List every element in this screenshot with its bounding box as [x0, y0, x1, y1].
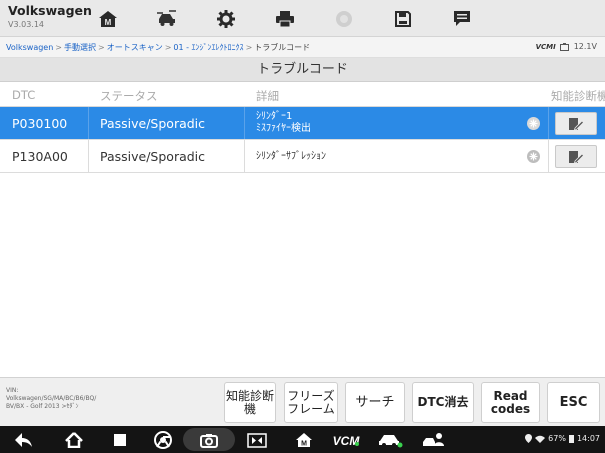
- breadcrumb-item[interactable]: オートスキャン: [107, 43, 163, 52]
- chat-icon: [454, 11, 470, 26]
- diagnostics-home-icon[interactable]: M: [293, 430, 315, 450]
- column-divider: [548, 107, 549, 139]
- breadcrumb-item[interactable]: 01 - ｴﾝｼﾞﾝｴﾚｸﾄﾛﾆｸｽ: [173, 43, 243, 52]
- chrome-icon[interactable]: [152, 430, 174, 450]
- vci-battery: 12.1V: [573, 42, 597, 51]
- battery-percent: 67%: [548, 434, 566, 443]
- edit-icon: [569, 117, 584, 131]
- system-nav-bar: M VCM 67% 14:07: [0, 426, 605, 453]
- page-title: トラブルコード: [0, 58, 605, 82]
- header-status: ステータス: [100, 89, 158, 103]
- battery-icon: [568, 435, 574, 443]
- vcm-icon[interactable]: VCM: [330, 430, 362, 450]
- column-divider: [88, 140, 89, 172]
- home-nav-icon[interactable]: [62, 430, 86, 450]
- breadcrumb-current: トラブルコード: [254, 43, 311, 52]
- location-icon: [525, 434, 533, 443]
- dtc-detail: ｼﾘﾝﾀﾞｰ1 ﾐｽﾌｧｲﾔｰ検出: [256, 111, 311, 135]
- dtc-detail-line: ｼﾘﾝﾀﾞｰ1: [256, 111, 293, 122]
- top-toolbar: Volkswagen V3.03.14 M: [0, 0, 605, 37]
- gear-icon: [217, 10, 235, 28]
- battery-icon: [559, 42, 569, 51]
- wifi-icon: [535, 435, 546, 443]
- breadcrumb: Volkswagen > 手動選択 > オートスキャン >01 - ｴﾝｼﾞﾝｴﾚｸﾄﾛﾆ…: [6, 43, 311, 52]
- freeze-frame-button[interactable]: フリーズ フレーム: [284, 382, 338, 423]
- clear-dtc-button[interactable]: DTC消去: [412, 382, 474, 423]
- vci-label: VCMI: [535, 42, 556, 51]
- system-status: 67% 14:07: [525, 434, 600, 443]
- vehicle-connect-icon[interactable]: [375, 430, 405, 450]
- freeze-frame-icon[interactable]: [527, 117, 540, 130]
- dtc-detail: ｼﾘﾝﾀﾞｰｻﾌﾞﾚｯｼｮﾝ: [256, 151, 326, 163]
- save-icon: [395, 11, 411, 27]
- home-button[interactable]: M: [84, 5, 132, 33]
- breadcrumb-item[interactable]: Volkswagen: [6, 43, 53, 52]
- car-swap-icon: [157, 10, 176, 26]
- esc-button[interactable]: ESC: [547, 382, 600, 423]
- column-divider: [244, 140, 245, 172]
- home-icon: M: [99, 11, 117, 27]
- column-divider: [244, 107, 245, 139]
- header-dtc: DTC: [12, 88, 36, 102]
- smart-diagnosis-button[interactable]: [555, 145, 597, 168]
- smart-diagnosis-function-button[interactable]: 知能診断機: [224, 382, 276, 423]
- dtc-detail-line: ｼﾘﾝﾀﾞｰｻﾌﾞﾚｯｼｮﾝ: [256, 151, 326, 162]
- function-bar: VIN: Volkswagen/SG/MA/BC/B6/BQ/ BV/BX - …: [0, 377, 605, 426]
- header-detail: 詳細: [256, 89, 279, 103]
- dtc-detail-line: ﾐｽﾌｧｲﾔｰ検出: [256, 123, 311, 134]
- print-button[interactable]: [261, 5, 309, 33]
- vci-status: VCMI 12.1V: [536, 42, 597, 51]
- table-header: DTC ステータス 詳細 知能診断機: [0, 82, 605, 107]
- search-button[interactable]: サーチ: [345, 382, 405, 423]
- screen-mirror-icon[interactable]: [245, 430, 269, 450]
- header-smart-diagnosis: 知能診断機: [551, 89, 605, 103]
- settings-button[interactable]: [202, 5, 250, 33]
- svg-text:M: M: [105, 18, 112, 27]
- breadcrumb-item[interactable]: 手動選択: [64, 43, 96, 52]
- help-button[interactable]: [320, 5, 368, 33]
- save-button[interactable]: [379, 5, 427, 33]
- edit-icon: [569, 150, 584, 164]
- column-divider: [548, 140, 549, 172]
- vehicle-info: VIN: Volkswagen/SG/MA/BC/B6/BQ/ BV/BX - …: [6, 387, 97, 410]
- breadcrumb-bar: Volkswagen > 手動選択 > オートスキャン >01 - ｴﾝｼﾞﾝｴﾚｸﾄﾛﾆ…: [0, 37, 605, 58]
- dtc-status: Passive/Sporadic: [100, 149, 206, 164]
- printer-icon: [276, 11, 294, 28]
- dtc-code: P130A00: [12, 149, 68, 164]
- app-title: Volkswagen: [8, 3, 92, 18]
- dtc-code: P030100: [12, 116, 68, 131]
- smart-diagnosis-button[interactable]: [555, 112, 597, 135]
- freeze-frame-icon[interactable]: [527, 150, 540, 163]
- dtc-status: Passive/Sporadic: [100, 116, 206, 131]
- data-logging-button[interactable]: [438, 5, 486, 33]
- recents-icon[interactable]: [110, 430, 130, 450]
- table-row[interactable]: P030100 Passive/Sporadic ｼﾘﾝﾀﾞｰ1 ﾐｽﾌｧｲﾔｰ…: [0, 107, 605, 140]
- clock: 14:07: [576, 434, 600, 443]
- table-row[interactable]: P130A00 Passive/Sporadic ｼﾘﾝﾀﾞｰｻﾌﾞﾚｯｼｮﾝ: [0, 140, 605, 173]
- camera-icon[interactable]: [198, 430, 220, 450]
- car-user-icon[interactable]: [420, 430, 448, 450]
- svg-text:M: M: [301, 441, 307, 448]
- back-icon[interactable]: [12, 430, 36, 450]
- help-icon: [336, 11, 352, 27]
- vehicle-swap-button[interactable]: [143, 5, 191, 33]
- app-version: V3.03.14: [8, 20, 45, 29]
- read-codes-button[interactable]: Read codes: [481, 382, 540, 423]
- column-divider: [88, 107, 89, 139]
